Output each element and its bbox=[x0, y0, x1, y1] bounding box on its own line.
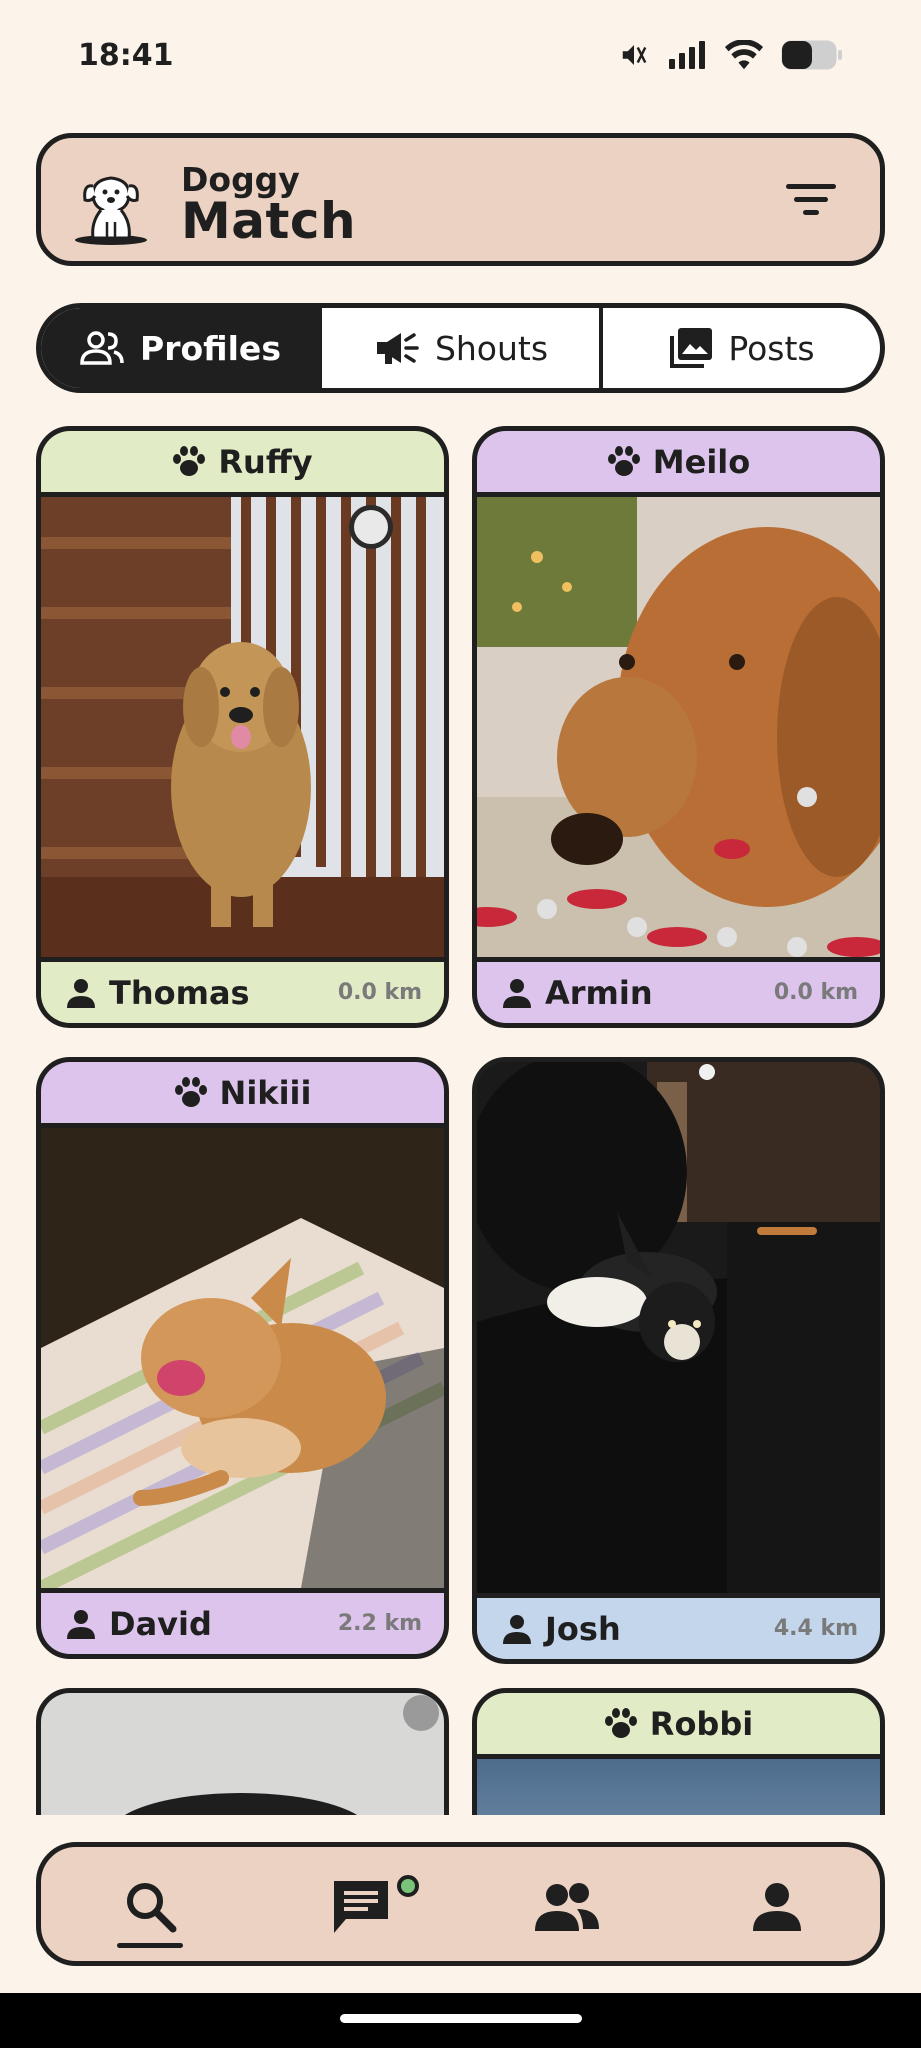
profile-card-meilo[interactable]: Meilo Armin 0.0 km bbox=[472, 426, 885, 1028]
card-footer: Thomas 0.0 km bbox=[41, 957, 444, 1023]
battery-icon bbox=[781, 40, 842, 70]
profile-card-robbi[interactable]: Robbi bbox=[472, 1688, 885, 1815]
dog-name: Ruffy bbox=[218, 442, 313, 481]
search-icon bbox=[127, 1883, 177, 1933]
profile-card-josh[interactable]: Josh 4.4 km bbox=[472, 1057, 885, 1664]
people-icon bbox=[80, 331, 124, 365]
tab-posts-label: Posts bbox=[728, 328, 815, 368]
status-icons bbox=[619, 40, 843, 70]
dog-photo bbox=[477, 497, 880, 957]
status-bar: 18:41 bbox=[0, 0, 921, 110]
people-icon bbox=[535, 1883, 599, 1931]
owner-name: Thomas bbox=[109, 973, 250, 1012]
nav-friends[interactable] bbox=[531, 1871, 603, 1943]
paw-icon bbox=[604, 1707, 637, 1738]
profile-grid: Ruffy Thomas 0.0 km Meilo Armin 0.0 km N… bbox=[0, 420, 921, 1815]
nav-profile[interactable] bbox=[741, 1871, 813, 1943]
profile-card-ruffy[interactable]: Ruffy Thomas 0.0 km bbox=[36, 426, 449, 1028]
tab-shouts[interactable]: Shouts bbox=[318, 308, 599, 388]
person-icon bbox=[503, 978, 531, 1008]
home-indicator[interactable] bbox=[340, 2014, 582, 2023]
person-icon bbox=[503, 1614, 531, 1644]
dog-name: Meilo bbox=[652, 442, 751, 481]
owner-name: Josh bbox=[545, 1609, 621, 1648]
signal-icon bbox=[669, 41, 705, 69]
card-header: Robbi bbox=[477, 1693, 880, 1759]
app-header: Doggy Match bbox=[36, 133, 885, 266]
active-tab-indicator bbox=[117, 1943, 183, 1948]
dog-photo bbox=[477, 1062, 880, 1593]
golden-retriever-on-stairs-image bbox=[41, 497, 444, 957]
card-header: Meilo bbox=[477, 431, 880, 497]
card-footer: David 2.2 km bbox=[41, 1588, 444, 1654]
chihuahua-on-leather-chair-image bbox=[477, 1062, 880, 1593]
chat-notification-dot bbox=[397, 1875, 419, 1897]
tab-profiles-label: Profiles bbox=[140, 328, 281, 368]
tab-profiles[interactable]: Profiles bbox=[41, 308, 318, 388]
card-footer: Josh 4.4 km bbox=[477, 1593, 880, 1659]
distance-label: 2.2 km bbox=[337, 1611, 422, 1636]
person-icon bbox=[753, 1883, 801, 1931]
card-footer: Armin 0.0 km bbox=[477, 957, 880, 1023]
owner-name: David bbox=[109, 1604, 212, 1643]
image-gallery-icon bbox=[670, 328, 713, 368]
dog-photo-partial-image bbox=[41, 1693, 444, 1815]
owner-name: Armin bbox=[545, 973, 653, 1012]
dog-photo bbox=[41, 497, 444, 957]
golden-retriever-closeup-image bbox=[477, 497, 880, 957]
tab-posts[interactable]: Posts bbox=[599, 308, 880, 388]
segment-tabs: Profiles Shouts Posts bbox=[36, 303, 885, 393]
person-icon bbox=[67, 1609, 95, 1639]
dog-logo-icon bbox=[75, 176, 147, 245]
bottom-nav bbox=[36, 1842, 885, 1966]
person-icon bbox=[67, 978, 95, 1008]
tab-shouts-label: Shouts bbox=[434, 328, 549, 368]
card-header: Nikiii bbox=[41, 1062, 444, 1128]
dog-name: Robbi bbox=[649, 1704, 754, 1743]
distance-label: 4.4 km bbox=[773, 1616, 858, 1641]
distance-label: 0.0 km bbox=[337, 980, 422, 1005]
profile-card-partial[interactable] bbox=[36, 1688, 449, 1815]
megaphone-icon bbox=[376, 333, 419, 364]
card-header: Ruffy bbox=[41, 431, 444, 497]
profile-card-nikiii[interactable]: Nikiii David 2.2 km bbox=[36, 1057, 449, 1659]
paw-icon bbox=[173, 445, 206, 476]
dog-photo bbox=[477, 1759, 880, 1815]
nav-search[interactable] bbox=[115, 1871, 187, 1943]
dog-photo bbox=[41, 1693, 444, 1815]
status-time: 18:41 bbox=[78, 38, 174, 73]
wifi-icon bbox=[725, 40, 763, 70]
paw-icon bbox=[607, 445, 640, 476]
paw-icon bbox=[174, 1076, 207, 1107]
nav-chat[interactable] bbox=[325, 1871, 397, 1943]
distance-label: 0.0 km bbox=[773, 980, 858, 1005]
dog-photo bbox=[41, 1128, 444, 1588]
brand-title-main: Match bbox=[181, 192, 357, 250]
chihuahua-sunbathing-image bbox=[41, 1128, 444, 1588]
chat-icon bbox=[334, 1881, 388, 1933]
dog-name: Nikiii bbox=[219, 1073, 312, 1112]
mute-icon bbox=[622, 45, 647, 65]
filter-icon[interactable] bbox=[784, 178, 838, 222]
